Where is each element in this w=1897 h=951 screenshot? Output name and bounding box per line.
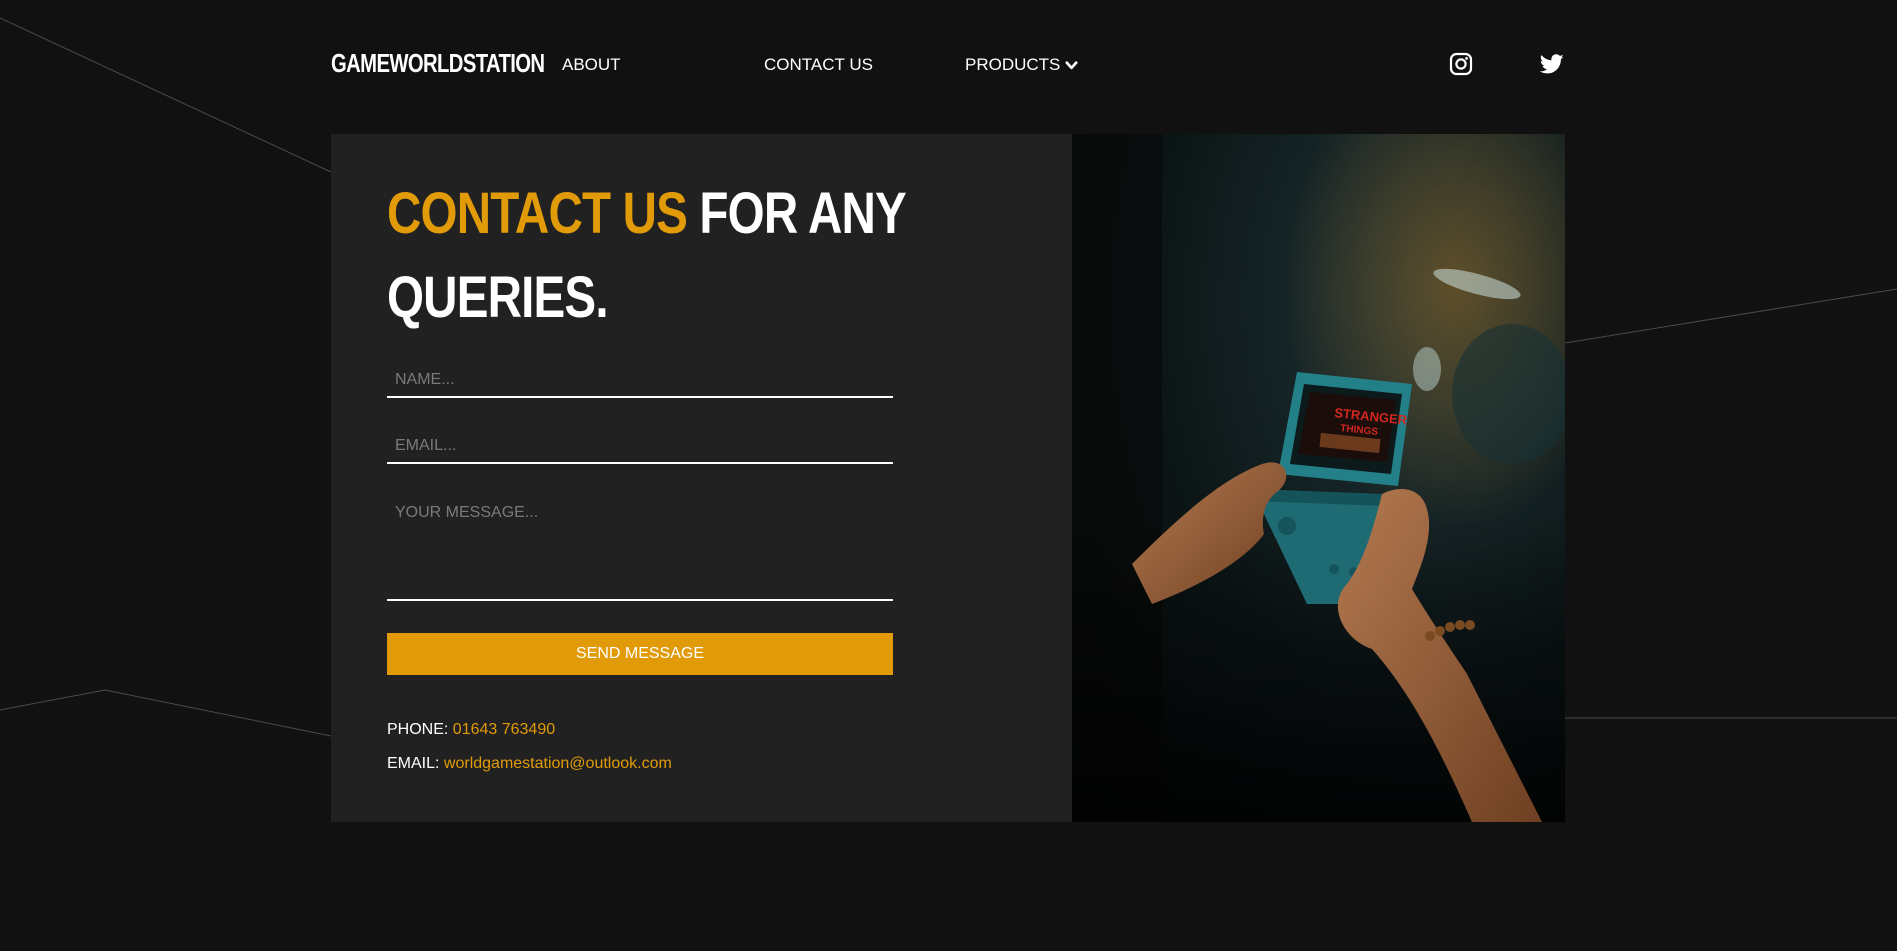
nav-products[interactable]: PRODUCTS [965, 55, 1079, 75]
site-logo[interactable]: GAMEWORLDSTATION [331, 48, 545, 79]
email-link[interactable]: worldgamestation@outlook.com [444, 755, 672, 772]
message-textarea[interactable] [387, 496, 893, 601]
heading-line-2: QUERIES. [387, 265, 609, 330]
phone-line: PHONE: 01643 763490 [387, 721, 555, 739]
nav-contact-us[interactable]: CONTACT US [764, 55, 873, 75]
email-input[interactable] [387, 430, 893, 464]
email-line: EMAIL: worldgamestation@outlook.com [387, 755, 672, 773]
heading-line-1: CONTACT US FOR ANY [387, 172, 907, 256]
chevron-down-icon [1065, 60, 1078, 69]
instagram-icon[interactable] [1449, 52, 1473, 76]
nav-products-label: PRODUCTS [965, 55, 1061, 74]
name-input[interactable] [387, 364, 893, 398]
nav-about[interactable]: ABOUT [562, 55, 621, 75]
phone-label: PHONE: [387, 721, 453, 738]
twitter-icon[interactable] [1539, 52, 1565, 76]
phone-link[interactable]: 01643 763490 [453, 721, 555, 738]
site-header: GAMEWORLDSTATION ABOUT CONTACT US PRODUC… [331, 40, 1564, 90]
contact-panel: CONTACT US FOR ANY QUERIES. SEND MESSAGE… [331, 134, 1072, 822]
handheld-console-photo: STRANGER THINGS [1072, 134, 1565, 822]
contact-heading: CONTACT US FOR ANY QUERIES. [387, 172, 987, 340]
email-label: EMAIL: [387, 755, 444, 772]
hero-photo: STRANGER THINGS [1072, 134, 1565, 822]
send-message-button[interactable]: SEND MESSAGE [387, 633, 893, 675]
heading-highlight: CONTACT US [387, 181, 688, 246]
heading-rest: FOR ANY [687, 181, 906, 246]
contact-card: CONTACT US FOR ANY QUERIES. SEND MESSAGE… [331, 134, 1565, 822]
